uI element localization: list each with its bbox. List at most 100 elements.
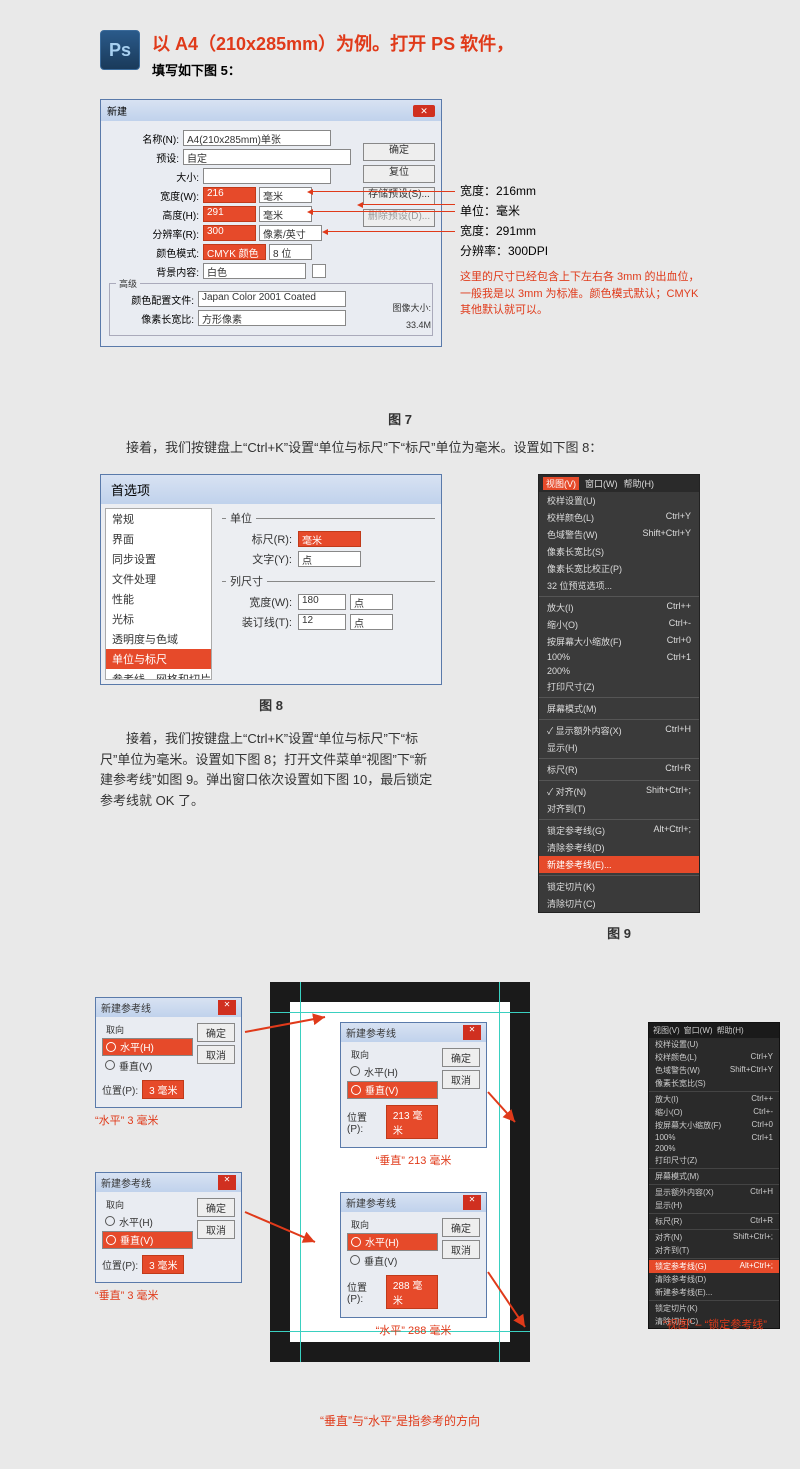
radio-vertical[interactable]: 垂直(V) <box>347 1252 438 1269</box>
pos-input[interactable]: 3 毫米 <box>142 1255 184 1274</box>
menu-item[interactable]: 标尺(R)Ctrl+R <box>539 761 699 778</box>
menu-item[interactable]: 新建参考线(E)... <box>539 856 699 873</box>
menu-item[interactable]: 放大(I)Ctrl++ <box>649 1093 779 1106</box>
menu-item[interactable]: 缩小(O)Ctrl+- <box>539 616 699 633</box>
menu-item[interactable]: 显示(H) <box>649 1199 779 1212</box>
profile-select[interactable]: Japan Color 2001 Coated <box>198 291 346 307</box>
menu-tab[interactable]: 视图(V) <box>653 1025 680 1036</box>
menu-item[interactable]: 校样颜色(L)Ctrl+Y <box>539 509 699 526</box>
close-icon[interactable]: ✕ <box>463 1025 481 1040</box>
cancel-button[interactable]: 取消 <box>442 1240 480 1259</box>
menu-item[interactable]: 校样设置(U) <box>539 492 699 509</box>
radio-horizontal[interactable]: 水平(H) <box>347 1063 438 1080</box>
menu-item[interactable]: 200% <box>539 664 699 678</box>
menu-item[interactable]: 像素长宽比(S) <box>649 1077 779 1090</box>
menu-item[interactable]: ✓ 对齐(N)Shift+Ctrl+; <box>539 783 699 800</box>
resolution-input[interactable]: 300 <box>203 225 256 241</box>
menu-item[interactable]: 清除参考线(D) <box>649 1273 779 1286</box>
pos-input[interactable]: 3 毫米 <box>142 1080 184 1099</box>
menu-item[interactable]: 锁定参考线(G)Alt+Ctrl+; <box>539 822 699 839</box>
cancel-button[interactable]: 取消 <box>442 1070 480 1089</box>
menu-item[interactable]: 锁定切片(K) <box>649 1302 779 1315</box>
height-input[interactable]: 291 <box>203 206 256 222</box>
menu-item[interactable]: 新建参考线(E)... <box>649 1286 779 1299</box>
menu-item[interactable]: 色域警告(W)Shift+Ctrl+Y <box>539 526 699 543</box>
size-select[interactable] <box>203 168 331 184</box>
cancel-button[interactable]: 取消 <box>197 1220 235 1239</box>
close-icon[interactable]: ✕ <box>463 1195 481 1210</box>
menu-item[interactable]: 对齐(N)Shift+Ctrl+; <box>649 1231 779 1244</box>
sidebar-item[interactable]: 性能 <box>106 589 211 609</box>
menu-item[interactable]: 显示(H) <box>539 739 699 756</box>
menu-item[interactable]: 打印尺寸(Z) <box>539 678 699 695</box>
sidebar-item[interactable]: 透明度与色域 <box>106 629 211 649</box>
bit-select[interactable]: 8 位 <box>269 244 312 260</box>
radio-vertical[interactable]: 垂直(V) <box>347 1081 438 1099</box>
menu-item[interactable]: 清除参考线(D) <box>539 839 699 856</box>
sidebar-item[interactable]: 参考线、网格和切片 <box>106 669 211 680</box>
menu-item[interactable]: 对齐到(T) <box>649 1244 779 1257</box>
menu-item[interactable]: 像素长宽比(S) <box>539 543 699 560</box>
menu-item[interactable]: 校样颜色(L)Ctrl+Y <box>649 1051 779 1064</box>
ok-button[interactable]: 确定 <box>197 1198 235 1217</box>
menu-item[interactable]: 打印尺寸(Z) <box>649 1154 779 1167</box>
menu-item[interactable]: 标尺(R)Ctrl+R <box>649 1215 779 1228</box>
colw-unit[interactable]: 点 <box>350 594 393 610</box>
menu-item[interactable]: 200% <box>649 1143 779 1154</box>
menu-item[interactable]: 像素长宽比校正(P) <box>539 560 699 577</box>
radio-vertical[interactable]: 垂直(V) <box>102 1057 193 1074</box>
close-icon[interactable]: ✕ <box>218 1175 236 1190</box>
close-icon[interactable]: ✕ <box>218 1000 236 1015</box>
menu-item[interactable]: 100%Ctrl+1 <box>539 650 699 664</box>
cancel-button[interactable]: 取消 <box>197 1045 235 1064</box>
menu-item[interactable]: 按屏幕大小缩放(F)Ctrl+0 <box>539 633 699 650</box>
menu-tab[interactable]: 窗口(W) <box>585 477 618 490</box>
radio-horizontal[interactable]: 水平(H) <box>102 1213 193 1230</box>
save-preset-button[interactable]: 存储预设(S)... <box>363 187 435 205</box>
colw-input[interactable]: 180 <box>298 594 346 610</box>
sidebar-item[interactable]: 界面 <box>106 529 211 549</box>
background-select[interactable]: 白色 <box>203 263 306 279</box>
sidebar-item[interactable]: 同步设置 <box>106 549 211 569</box>
menu-item[interactable]: 屏幕模式(M) <box>539 700 699 717</box>
reset-button[interactable]: 复位 <box>363 165 435 183</box>
menu-tab[interactable]: 帮助(H) <box>717 1025 744 1036</box>
radio-horizontal[interactable]: 水平(H) <box>347 1233 438 1251</box>
resolution-unit[interactable]: 像素/英寸 <box>259 225 322 241</box>
menu-item[interactable]: 锁定切片(K) <box>539 878 699 895</box>
ok-button[interactable]: 确定 <box>442 1218 480 1237</box>
sidebar-item[interactable]: 常规 <box>106 509 211 529</box>
sidebar-item[interactable]: 文件处理 <box>106 569 211 589</box>
pos-input[interactable]: 213 毫米 <box>386 1105 438 1139</box>
menu-tab[interactable]: 帮助(H) <box>624 477 655 490</box>
aspect-select[interactable]: 方形像素 <box>198 310 346 326</box>
radio-vertical[interactable]: 垂直(V) <box>102 1231 193 1249</box>
name-input[interactable]: A4(210x285mm)单张 <box>183 130 331 146</box>
menu-item[interactable]: 按屏幕大小缩放(F)Ctrl+0 <box>649 1119 779 1132</box>
menu-item[interactable]: 校样设置(U) <box>649 1038 779 1051</box>
pos-input[interactable]: 288 毫米 <box>386 1275 438 1309</box>
menu-item[interactable]: 清除切片(C) <box>539 895 699 912</box>
ok-button[interactable]: 确定 <box>363 143 435 161</box>
color-mode-select[interactable]: CMYK 颜色 <box>203 244 266 260</box>
preset-select[interactable]: 自定 <box>183 149 351 165</box>
ruler-select[interactable]: 毫米 <box>298 531 361 547</box>
menu-item[interactable]: 对齐到(T) <box>539 800 699 817</box>
gutter-input[interactable]: 12 <box>298 614 346 630</box>
menu-tab[interactable]: 视图(V) <box>543 477 579 490</box>
gutter-unit[interactable]: 点 <box>350 614 393 630</box>
sidebar-item[interactable]: 光标 <box>106 609 211 629</box>
menu-item[interactable]: 32 位预览选项... <box>539 577 699 594</box>
menu-item[interactable]: ✓ 显示额外内容(X)Ctrl+H <box>539 722 699 739</box>
menu-item[interactable]: 放大(I)Ctrl++ <box>539 599 699 616</box>
width-input[interactable]: 216 <box>203 187 256 203</box>
menu-item[interactable]: 屏幕模式(M) <box>649 1170 779 1183</box>
radio-horizontal[interactable]: 水平(H) <box>102 1038 193 1056</box>
type-select[interactable]: 点 <box>298 551 361 567</box>
menu-item[interactable]: 100%Ctrl+1 <box>649 1132 779 1143</box>
menu-item[interactable]: 色域警告(W)Shift+Ctrl+Y <box>649 1064 779 1077</box>
ok-button[interactable]: 确定 <box>442 1048 480 1067</box>
menu-item[interactable]: 缩小(O)Ctrl+- <box>649 1106 779 1119</box>
ok-button[interactable]: 确定 <box>197 1023 235 1042</box>
menu-item[interactable]: 锁定参考线(G)Alt+Ctrl+; <box>649 1260 779 1273</box>
